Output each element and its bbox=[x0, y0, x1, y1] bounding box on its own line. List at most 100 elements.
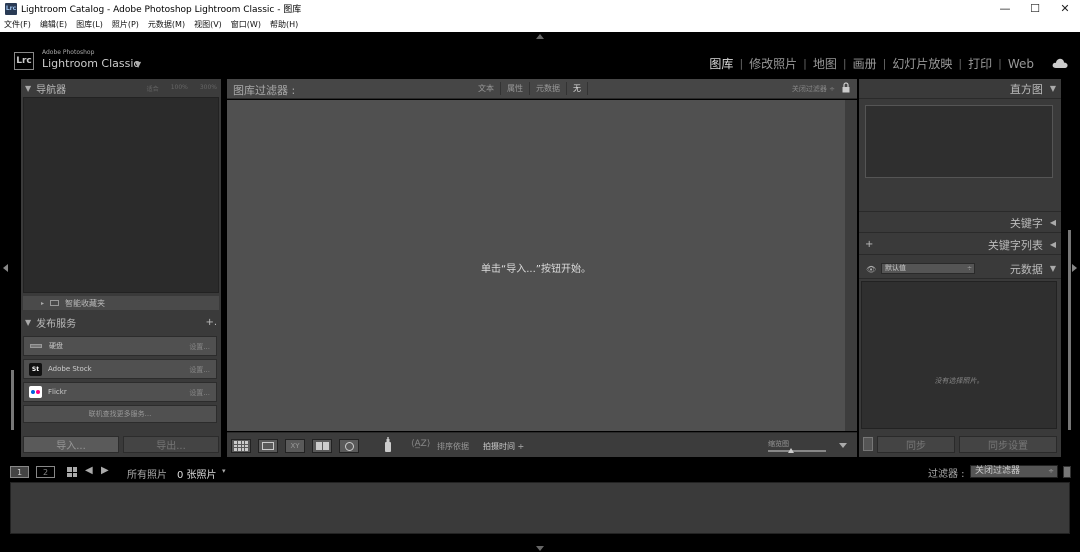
collapse-top-panel-arrow[interactable] bbox=[536, 34, 544, 39]
keyword-list-header[interactable]: 关键字列表 ◀ bbox=[859, 235, 1061, 255]
module-develop[interactable]: 修改照片 bbox=[743, 55, 803, 72]
dropdown-arrows-icon: ÷ bbox=[966, 265, 972, 272]
service-flickr[interactable]: Flickr 设置... bbox=[23, 382, 217, 402]
zoom-fit[interactable]: 适合 bbox=[147, 84, 159, 93]
menu-window[interactable]: 窗口(W) bbox=[231, 19, 261, 30]
collapse-filmstrip-arrow[interactable] bbox=[536, 546, 544, 551]
photo-grid[interactable]: 单击“导入...”按钮开始。 bbox=[227, 100, 845, 431]
grid-view-icon bbox=[234, 441, 248, 451]
library-filter-bar: 图库过滤器 : 文本 属性 元数据 无 关闭过滤器 ÷ bbox=[227, 79, 857, 99]
grid-view-icon[interactable] bbox=[67, 467, 77, 477]
find-more-services-button[interactable]: 联机查找更多服务... bbox=[23, 405, 217, 423]
service-setup-link[interactable]: 设置... bbox=[189, 365, 210, 375]
forward-arrow-icon[interactable]: ▶ bbox=[101, 465, 109, 476]
keywording-header[interactable]: 关键字 ◀ bbox=[859, 213, 1061, 233]
histogram-header[interactable]: 直方图 ▼ bbox=[859, 79, 1061, 99]
module-slideshow[interactable]: 幻灯片放映 bbox=[886, 55, 958, 72]
grid-scrollbar[interactable] bbox=[845, 100, 857, 431]
left-panel: ▼ 导航器 适合 100% 300% ▸ 智能收藏夹 ▼ 发布服务 +. 硬盘 … bbox=[21, 79, 221, 457]
module-web[interactable]: Web bbox=[1002, 57, 1040, 71]
histogram-title: 直方图 bbox=[1009, 82, 1043, 96]
zoom-100[interactable]: 100% bbox=[171, 84, 188, 93]
survey-view-button[interactable] bbox=[312, 439, 332, 453]
thumbnail-size-slider[interactable] bbox=[768, 450, 826, 452]
zoom-300[interactable]: 300% bbox=[200, 84, 217, 93]
grid-view-button[interactable] bbox=[231, 439, 251, 453]
module-map[interactable]: 地图 bbox=[807, 55, 843, 72]
loupe-view-icon bbox=[262, 442, 274, 450]
main-window-button[interactable]: 1 bbox=[10, 466, 29, 478]
menu-metadata[interactable]: 元数据(M) bbox=[148, 19, 185, 30]
module-library[interactable]: 图库 bbox=[703, 55, 739, 72]
source-menu-caret-icon[interactable]: ▾ bbox=[222, 467, 226, 475]
export-button[interactable]: 导出... bbox=[123, 436, 219, 453]
module-picker: 图库 | 修改照片 | 地图 | 画册 | 幻灯片放映 | 打印 | Web bbox=[703, 55, 1040, 72]
identity-plate-menu-icon[interactable]: ▼ bbox=[135, 60, 141, 69]
filter-tab-metadata[interactable]: 元数据 bbox=[530, 82, 567, 95]
toolbar-content-menu-icon[interactable] bbox=[839, 443, 847, 448]
auto-sync-toggle[interactable] bbox=[863, 437, 873, 451]
menu-file[interactable]: 文件(F) bbox=[4, 19, 31, 30]
service-adobe-stock[interactable]: St Adobe Stock 设置... bbox=[23, 359, 217, 379]
brand-title: Lightroom Classic bbox=[42, 57, 140, 70]
menu-view[interactable]: 视图(V) bbox=[194, 19, 222, 30]
module-print[interactable]: 打印 bbox=[962, 55, 998, 72]
compare-view-button[interactable]: XY bbox=[285, 439, 305, 453]
service-setup-link[interactable]: 设置... bbox=[189, 388, 210, 398]
sort-select[interactable]: 拍摄时间 ÷ bbox=[483, 441, 524, 452]
menu-photo[interactable]: 照片(P) bbox=[112, 19, 139, 30]
smart-collections-label: 智能收藏夹 bbox=[65, 298, 106, 308]
navigator-header[interactable]: ▼ 导航器 适合 100% 300% bbox=[21, 79, 221, 97]
filter-preset-select[interactable]: 关闭过滤器 ÷ bbox=[792, 84, 835, 94]
library-filter-title: 图库过滤器 : bbox=[233, 84, 296, 97]
minimize-button[interactable]: — bbox=[990, 0, 1020, 17]
smart-collections-item[interactable]: ▸ 智能收藏夹 bbox=[23, 296, 219, 310]
left-panel-scrollbar[interactable] bbox=[11, 370, 14, 430]
module-book[interactable]: 画册 bbox=[847, 55, 883, 72]
cloud-sync-icon[interactable] bbox=[1052, 58, 1068, 68]
right-panel-scrollbar[interactable] bbox=[1068, 230, 1071, 430]
service-setup-link[interactable]: 设置... bbox=[189, 342, 210, 352]
add-keyword-icon[interactable]: + bbox=[865, 239, 873, 250]
filmstrip[interactable] bbox=[10, 482, 1070, 534]
thumbnail-size-label: 缩览图 bbox=[768, 440, 789, 448]
publish-services-header[interactable]: ▼ 发布服务 bbox=[21, 313, 221, 331]
collapse-left-panel-arrow[interactable] bbox=[3, 264, 8, 272]
sync-settings-button[interactable]: 同步设置 bbox=[959, 436, 1057, 453]
filter-switch-toggle[interactable] bbox=[1063, 466, 1071, 478]
import-button[interactable]: 导入... bbox=[23, 436, 119, 453]
collapse-right-panel-arrow[interactable] bbox=[1072, 264, 1077, 272]
filmstrip-source[interactable]: 所有照片 bbox=[127, 466, 167, 481]
menu-edit[interactable]: 编辑(E) bbox=[40, 19, 67, 30]
people-view-button[interactable] bbox=[339, 439, 359, 453]
filter-tab-attribute[interactable]: 属性 bbox=[501, 82, 530, 95]
menu-library[interactable]: 图库(L) bbox=[76, 19, 103, 30]
right-panel: 直方图 ▼ 关键字 ◀ 关键字列表 ◀ + 元数据 ▼ 👁 默认值 ÷ 没有选择… bbox=[859, 79, 1061, 457]
filmstrip-filter-select[interactable]: 关闭过滤器 ÷ bbox=[970, 465, 1058, 478]
thumbnail-slider-knob[interactable] bbox=[788, 448, 794, 453]
service-hard-drive[interactable]: 硬盘 设置... bbox=[23, 336, 217, 356]
maximize-button[interactable]: ☐ bbox=[1020, 0, 1050, 17]
sort-direction-icon[interactable]: ⟨A̲Z⟩ bbox=[411, 439, 430, 449]
metadata-preset-select[interactable]: 默认值 ÷ bbox=[881, 263, 975, 274]
secondary-window-button[interactable]: 2 bbox=[36, 466, 55, 478]
lock-icon[interactable] bbox=[842, 82, 850, 93]
hard-drive-icon bbox=[29, 341, 43, 351]
eye-icon[interactable]: 👁 bbox=[866, 265, 876, 274]
app-header: Lrc Adobe Photoshop Lightroom Classic ▼ … bbox=[0, 32, 1080, 79]
sync-button[interactable]: 同步 bbox=[877, 436, 955, 453]
filter-tab-none[interactable]: 无 bbox=[567, 82, 588, 95]
window-title: Lightroom Catalog - Adobe Photoshop Ligh… bbox=[21, 5, 302, 15]
collapse-triangle-icon: ◀ bbox=[1049, 218, 1056, 227]
back-arrow-icon[interactable]: ◀ bbox=[85, 465, 93, 476]
close-button[interactable]: ✕ bbox=[1050, 0, 1080, 17]
loupe-view-button[interactable] bbox=[258, 439, 278, 453]
smart-collection-icon bbox=[50, 300, 60, 306]
navigator-preview bbox=[23, 97, 219, 293]
painter-spray-can-icon[interactable] bbox=[384, 437, 392, 453]
filter-tab-text[interactable]: 文本 bbox=[472, 82, 501, 95]
add-publish-service-icon[interactable]: +. bbox=[205, 317, 217, 328]
menu-help[interactable]: 帮助(H) bbox=[270, 19, 298, 30]
lightroom-app-icon: Lrc bbox=[5, 2, 17, 15]
metadata-content: 没有选择照片。 bbox=[861, 281, 1057, 429]
